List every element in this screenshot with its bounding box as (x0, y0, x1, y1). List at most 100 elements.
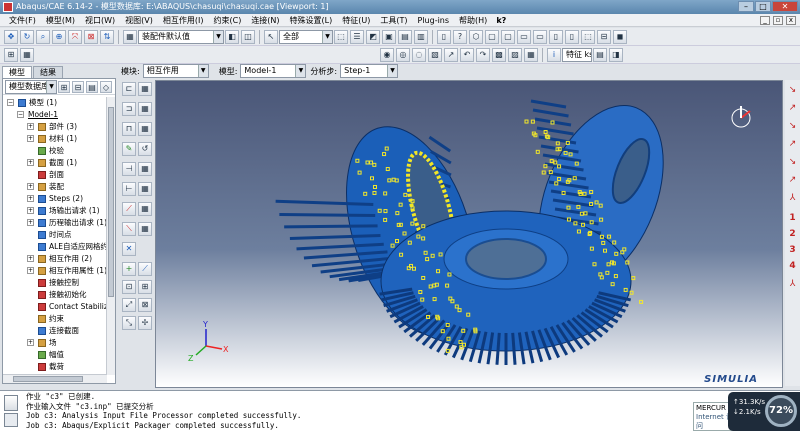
menu-connector[interactable]: 连接(N) (246, 14, 284, 27)
python-console-icon[interactable] (4, 413, 18, 427)
tab-results[interactable]: 结果 (33, 66, 63, 78)
shaded-icon[interactable]: ◼ (613, 29, 627, 44)
redo-icon[interactable]: ↷ (476, 47, 490, 62)
tree-node[interactable]: − 模型 (1) (3, 97, 107, 109)
top-view-icon[interactable]: ▭ (517, 29, 531, 44)
tree-node[interactable]: + Steps (2) (3, 193, 107, 205)
collapse-icon[interactable]: − (17, 111, 24, 118)
menu-help[interactable]: 帮助(H) (454, 14, 492, 27)
tree-filter-icon[interactable]: ⊞ (58, 80, 70, 93)
translate-icon[interactable]: ⤡ (122, 316, 136, 330)
rotate-instance-icon[interactable]: ✢ (138, 316, 152, 330)
iso-view-icon[interactable]: ⬡ (469, 29, 483, 44)
view-axis-icon[interactable]: ↗ (786, 102, 799, 114)
menu-viewport[interactable]: 视口(W) (80, 14, 120, 27)
tree-node[interactable]: + 场 (3, 337, 107, 349)
tree-node[interactable]: 时间点 (3, 229, 107, 241)
tree-toggle-icon[interactable]: ⊞ (4, 47, 18, 62)
highlight-icon[interactable]: ▤ (398, 29, 412, 44)
tree-vertical-scrollbar[interactable] (106, 97, 115, 375)
pan-icon[interactable]: ✥ (4, 29, 18, 44)
interaction-manager-icon[interactable]: ▦ (138, 82, 152, 96)
expand-icon[interactable]: + (27, 195, 34, 202)
rotate-icon[interactable]: ↻ (20, 29, 34, 44)
module-combo[interactable]: 相互作用 ▼ (142, 64, 209, 78)
tree-node[interactable]: + 场输出请求 (1) (3, 205, 107, 217)
close-button[interactable]: ✕ (772, 1, 798, 12)
display-group-1[interactable]: 1 (786, 212, 799, 224)
minimize-button[interactable]: – (738, 1, 754, 12)
menu-constraint[interactable]: 约束(C) (208, 14, 246, 27)
model-tree-icon[interactable]: ▦ (20, 47, 34, 62)
render-icon[interactable]: ◎ (396, 47, 410, 62)
viewport-canvas[interactable]: X Y Z SIMULIA (155, 80, 783, 388)
tree-node[interactable]: − Model-1 (3, 109, 107, 121)
view-axis-icon[interactable]: ↗ (786, 138, 799, 150)
tab-model[interactable]: 模型 (2, 66, 32, 78)
collapse-icon[interactable]: − (7, 99, 14, 106)
assembly-defaults-combo[interactable]: 装配件默认值 ▼ (138, 29, 224, 44)
create-wire-icon[interactable]: ⟋ (122, 202, 136, 216)
display-options-icon[interactable]: ▦ (524, 47, 538, 62)
menu-interaction[interactable]: 相互作用(I) (158, 14, 209, 27)
selection-filter-combo[interactable]: 全部 ▼ (279, 29, 333, 44)
coordinate-system-icon[interactable]: ⤢ (122, 298, 136, 312)
partition-icon[interactable]: ⊠ (138, 298, 152, 312)
selection-mode-icon[interactable]: ◩ (366, 29, 380, 44)
assembly-display-icon[interactable]: ▦ (123, 29, 137, 44)
tree-node[interactable]: + 相互作用属性 (1) (3, 265, 107, 277)
connector-manager-icon[interactable]: ▦ (138, 182, 152, 196)
cycle-views-icon[interactable]: ⇅ (100, 29, 114, 44)
tree-node[interactable]: 载荷 (3, 361, 107, 373)
view-axis-icon[interactable]: ↗ (786, 174, 799, 186)
tree-node[interactable]: + 材料 (1) (3, 133, 107, 145)
model-database-combo[interactable]: 模型数据库 ▼ (5, 79, 57, 94)
tree-node[interactable]: + 截面 (1) (3, 157, 107, 169)
view-cube-icon[interactable]: ◫ (241, 29, 255, 44)
menu-feature[interactable]: 特征(U) (337, 14, 375, 27)
tree-options-icon[interactable]: ◇ (100, 80, 112, 93)
mdi-close-icon[interactable]: x (786, 15, 796, 25)
zoom-box-icon[interactable]: ⊕ (52, 29, 66, 44)
context-help-icon[interactable]: k? (492, 14, 510, 27)
expand-icon[interactable]: + (27, 159, 34, 166)
reference-point-icon[interactable]: ✕ (122, 242, 136, 256)
query-icon[interactable]: ? (453, 29, 467, 44)
expand-icon[interactable]: + (27, 267, 34, 274)
expand-icon[interactable]: + (27, 183, 34, 190)
property-manager-icon[interactable]: ▦ (138, 102, 152, 116)
datum-csys-icon[interactable]: ⊞ (138, 280, 152, 294)
datum-point-icon[interactable]: + (122, 262, 136, 276)
tree-expand-icon[interactable]: ⊟ (72, 80, 84, 93)
menu-view[interactable]: 视图(V) (120, 14, 158, 27)
view-manager-icon[interactable]: ▩ (492, 47, 506, 62)
expand-icon[interactable]: + (27, 123, 34, 130)
back-view-icon[interactable]: ▢ (501, 29, 515, 44)
tree-node[interactable]: ALE自适应网格约束 (3, 241, 107, 253)
tree-node[interactable]: Contact Stabilizatio (3, 301, 107, 313)
menu-tools[interactable]: 工具(T) (375, 14, 412, 27)
mdi-minimize-icon[interactable]: _ (760, 15, 770, 25)
right-view-icon[interactable]: ▯ (565, 29, 579, 44)
view-axis-icon[interactable]: ⅄ (786, 278, 799, 290)
network-speed-widget[interactable]: ↑31.3K/s ↓2.1K/s 72% (728, 392, 800, 431)
scrollbar-thumb[interactable] (13, 376, 83, 382)
tree-node[interactable]: + 相互作用 (2) (3, 253, 107, 265)
select-from-list-icon[interactable]: ☰ (350, 29, 364, 44)
constraint-manager-icon[interactable]: ▦ (138, 162, 152, 176)
tree-node[interactable]: 连接截面 (3, 325, 107, 337)
mdi-restore-icon[interactable]: ▫ (773, 15, 783, 25)
tree-node[interactable]: 剖面 (3, 169, 107, 181)
auto-fit-icon[interactable]: ⊠ (84, 29, 98, 44)
feature-list-icon[interactable]: ▤ (593, 47, 607, 62)
expand-icon[interactable]: + (27, 207, 34, 214)
tree-node[interactable]: 接触初始化 (3, 289, 107, 301)
step-combo[interactable]: Step-1 ▼ (340, 64, 399, 78)
view-axis-icon[interactable]: ↘ (786, 84, 799, 96)
tree-collapse-icon[interactable]: ▤ (86, 80, 98, 93)
select-arrow-icon[interactable]: ↖ (264, 29, 278, 44)
expand-icon[interactable]: + (27, 339, 34, 346)
contact-controls-icon[interactable]: ⊓ (122, 122, 136, 136)
bottom-view-icon[interactable]: ▭ (533, 29, 547, 44)
wire-manager-icon[interactable]: ▦ (138, 202, 152, 216)
